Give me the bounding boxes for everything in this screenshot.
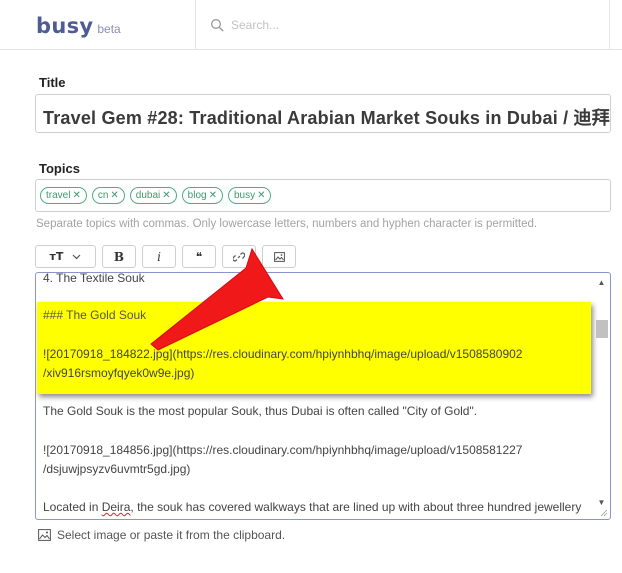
- topics-input[interactable]: travel ✕ cn ✕ dubai ✕ blog ✕ busy ✕: [35, 179, 611, 212]
- image-upload-hint-text: Select image or paste it from the clipbo…: [57, 528, 286, 542]
- topic-tag[interactable]: dubai ✕: [129, 187, 177, 204]
- header-divider-right: [609, 0, 610, 50]
- resize-handle-icon[interactable]: [600, 509, 608, 517]
- remove-tag-icon[interactable]: ✕: [257, 190, 265, 201]
- editor-line: /dsjuwjpsyzv6uvmtr5gd.jpg): [43, 462, 191, 476]
- search-icon: [211, 19, 224, 32]
- search-input[interactable]: [231, 18, 381, 32]
- remove-tag-icon[interactable]: ✕: [72, 190, 80, 201]
- chevron-down-icon: [73, 254, 81, 259]
- scroll-down-icon[interactable]: ▼: [595, 496, 608, 508]
- topic-tag-label: blog: [187, 190, 207, 201]
- editor-line: ![20170918_184822.jpg](https://res.cloud…: [43, 347, 523, 361]
- editor-toolbar: ᴛT B i ❝: [35, 245, 296, 268]
- topic-tag-label: travel: [46, 190, 71, 201]
- editor-line: ### The Gold Souk: [43, 308, 147, 322]
- topics-hint: Separate topics with commas. Only lowerc…: [36, 218, 538, 230]
- heading-button[interactable]: ᴛT: [35, 245, 96, 268]
- link-icon: [233, 252, 245, 261]
- topic-tag-label: cn: [97, 190, 109, 201]
- misspelled-word: Deira: [101, 500, 131, 514]
- remove-tag-icon[interactable]: ✕: [162, 190, 170, 201]
- topic-tag[interactable]: blog ✕: [181, 187, 223, 204]
- image-button[interactable]: [262, 245, 296, 268]
- scroll-thumb[interactable]: [596, 320, 608, 338]
- editor-line: 4. The Textile Souk: [43, 272, 145, 285]
- title-input[interactable]: Travel Gem #28: Traditional Arabian Mark…: [35, 94, 611, 133]
- search-bar[interactable]: [210, 18, 381, 32]
- body-editor[interactable]: 4. The Textile Souk ### The Gold Souk ![…: [35, 272, 611, 520]
- scroll-up-icon[interactable]: ▲: [595, 276, 608, 288]
- brand-beta-badge: beta: [97, 22, 121, 36]
- header-divider: [195, 0, 196, 50]
- image-icon: [38, 529, 51, 541]
- topic-tag-label: dubai: [135, 190, 161, 201]
- topic-tag-label: busy: [233, 190, 256, 201]
- image-icon: [273, 251, 285, 262]
- editor-text-segment: , the souk has covered walkways that are…: [130, 500, 582, 514]
- top-header: busy beta: [0, 0, 622, 50]
- quote-icon: ❝: [195, 249, 203, 264]
- bold-button[interactable]: B: [102, 245, 136, 268]
- topic-tag[interactable]: travel ✕: [40, 187, 87, 204]
- remove-tag-icon[interactable]: ✕: [110, 190, 118, 201]
- title-label: Title: [39, 75, 66, 90]
- editor-line: ![20170918_184856.jpg](https://res.cloud…: [43, 443, 523, 457]
- topics-label: Topics: [39, 161, 80, 176]
- topic-tag[interactable]: busy ✕: [227, 187, 272, 204]
- editor-line: /xiv916rsmoyfqyek0w9e.jpg): [43, 366, 195, 380]
- editor-scrollbar[interactable]: ▲ ▼: [595, 276, 608, 508]
- image-upload-hint[interactable]: Select image or paste it from the clipbo…: [38, 528, 285, 542]
- quote-button[interactable]: ❝: [182, 245, 216, 268]
- topic-tag[interactable]: cn ✕: [91, 187, 125, 204]
- link-button[interactable]: [222, 245, 256, 268]
- topic-tags: travel ✕ cn ✕ dubai ✕ blog ✕ busy ✕: [40, 187, 272, 204]
- editor-line: The Gold Souk is the most popular Souk, …: [43, 404, 478, 418]
- remove-tag-icon[interactable]: ✕: [209, 190, 217, 201]
- editor-text-segment: Located in: [43, 500, 102, 514]
- brand-name: busy: [36, 14, 94, 38]
- editor-line: Located in Deira, the souk has covered w…: [43, 498, 581, 517]
- title-value: Travel Gem #28: Traditional Arabian Mark…: [43, 108, 611, 128]
- brand-logo[interactable]: busy beta: [36, 14, 121, 38]
- text-size-icon: ᴛT: [49, 250, 64, 263]
- italic-button[interactable]: i: [142, 245, 176, 268]
